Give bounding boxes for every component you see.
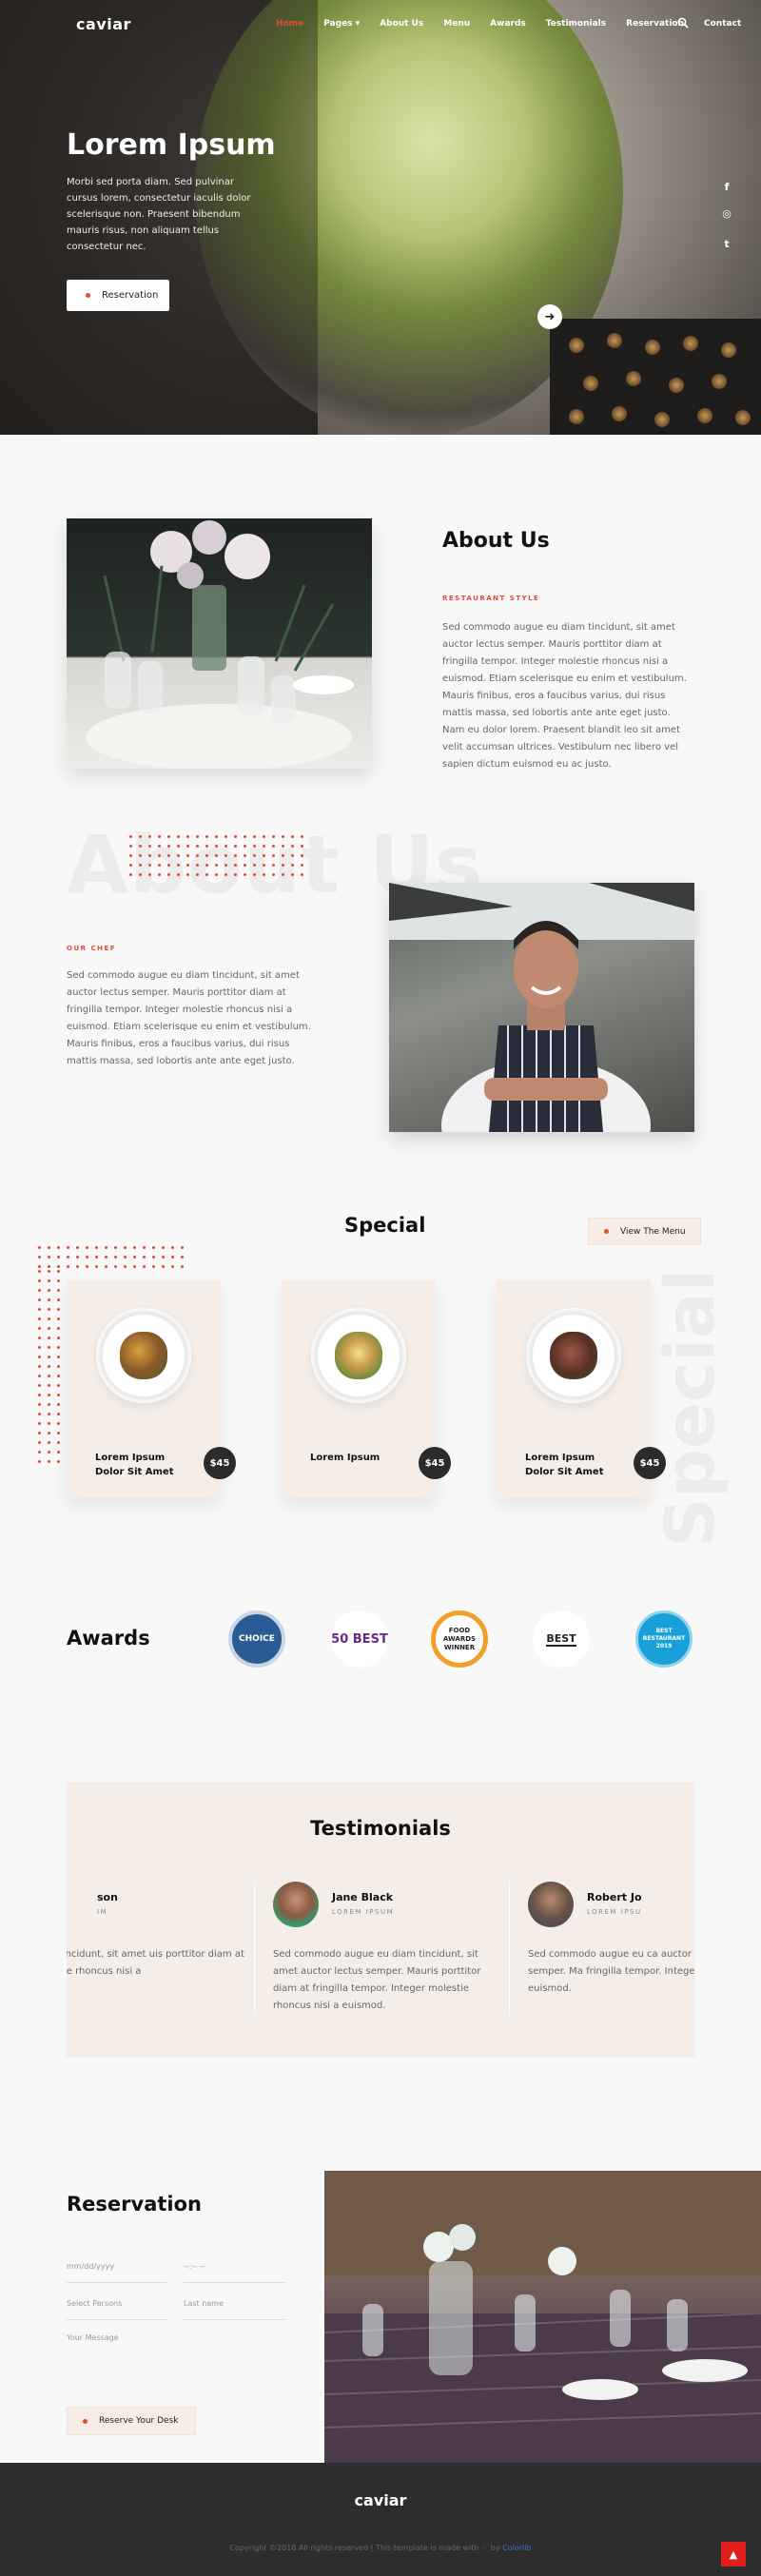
date-field[interactable]: mm/dd/yyyy	[67, 2254, 166, 2283]
about-table-image	[67, 518, 372, 769]
red-dot-icon	[86, 293, 90, 298]
decorative-dot-grid	[129, 835, 320, 883]
testimonial-name: son	[97, 1891, 118, 1903]
nav-item-contact[interactable]: Contact	[704, 19, 741, 29]
colorlib-link[interactable]: Colorlib	[502, 2544, 531, 2552]
twitter-icon[interactable]: t	[720, 238, 733, 250]
testimonials-title: Testimonials	[310, 1817, 451, 1840]
avatar	[273, 1882, 319, 1927]
testimonial-item: son IM iam tincidunt, sit amet uis portt…	[67, 1882, 247, 2024]
message-field[interactable]: Your Message	[67, 2326, 285, 2383]
nav-item-reservation[interactable]: Reservation	[626, 19, 684, 29]
red-dot-icon	[83, 2418, 88, 2424]
testimonial-divider	[254, 1882, 255, 2015]
special-card[interactable]: Lorem Ipsum Dolor Sit Amet $45	[497, 1279, 666, 1498]
award-badge-choice: CHOICE	[228, 1610, 285, 1668]
main-nav: caviar Home Pages ▾ About Us Menu Awards…	[0, 0, 761, 48]
about-subtitle: RESTAURANT STYLE	[442, 595, 540, 602]
scroll-to-top-button[interactable]: ▲	[721, 2542, 746, 2566]
last-name-placeholder: Last name	[184, 2299, 224, 2308]
instagram-icon[interactable]: ◎	[720, 207, 733, 220]
decorative-dot-grid	[38, 1246, 190, 1270]
special-card[interactable]: Lorem Ipsum $45	[282, 1279, 451, 1498]
award-badge-best-text: BEST	[546, 1631, 576, 1647]
view-menu-button[interactable]: View The Menu	[588, 1218, 701, 1245]
dish-price: $45	[204, 1447, 236, 1479]
dish-price: $45	[419, 1447, 451, 1479]
testimonial-name: Robert Jo	[587, 1891, 642, 1903]
brand-logo[interactable]: caviar	[76, 15, 131, 33]
award-badge-food-awards: FOOD AWARDS WINNER	[431, 1610, 488, 1668]
special-card[interactable]: Lorem Ipsum Dolor Sit Amet $45	[67, 1279, 236, 1498]
hero-title: Lorem Ipsum	[67, 128, 276, 162]
nav-item-menu[interactable]: Menu	[443, 19, 470, 29]
hero-dessert-image	[550, 319, 761, 435]
message-placeholder: Your Message	[67, 2333, 119, 2342]
chef-subtitle: OUR CHEF	[67, 945, 117, 952]
nav-item-pages[interactable]: Pages ▾	[323, 19, 360, 29]
hero-section: caviar Home Pages ▾ About Us Menu Awards…	[0, 0, 761, 435]
testimonial-role: LOREM IPSUM	[332, 1908, 395, 1916]
testimonial-text: Sed commodo augue eu ca auctor lectus se…	[528, 1949, 694, 1994]
facebook-icon[interactable]: f	[720, 181, 733, 193]
arrow-right-icon[interactable]: ➜	[537, 304, 562, 329]
award-badge-50-best: 50 BEST	[331, 1610, 388, 1668]
testimonial-text: iam tincidunt, sit amet uis porttitor di…	[67, 1949, 244, 1977]
copyright-text: Copyright ©2018 All rights reserved | Th…	[0, 2544, 761, 2552]
reservation-title: Reservation	[67, 2193, 202, 2215]
dish-plate-image	[96, 1308, 191, 1403]
copyright-label: Copyright ©2018 All rights reserved | Th…	[229, 2544, 503, 2552]
dish-name: Lorem Ipsum Dolor Sit Amet	[95, 1453, 174, 1477]
persons-select-placeholder: Select Persons	[67, 2299, 123, 2308]
persons-select[interactable]: Select Persons	[67, 2292, 166, 2320]
chef-text: Sed commodo augue eu diam tincidunt, sit…	[67, 970, 311, 1066]
nav-item-testimonials[interactable]: Testimonials	[546, 19, 606, 29]
dish-name: Lorem Ipsum	[310, 1453, 380, 1463]
reserve-desk-label: Reserve Your Desk	[99, 2416, 179, 2426]
testimonial-divider	[509, 1882, 510, 2015]
time-field-placeholder: --:-- --	[184, 2262, 205, 2271]
nav-item-about-us[interactable]: About Us	[380, 19, 423, 29]
decorative-dot-grid	[38, 1270, 62, 1470]
award-badge-best: BEST	[533, 1610, 590, 1668]
testimonial-text: Sed commodo augue eu diam tincidunt, sit…	[273, 1949, 481, 2011]
special-title: Special	[344, 1214, 426, 1237]
testimonial-item: Robert Jo LOREM IPSU Sed commodo augue e…	[528, 1882, 694, 2024]
dish-plate-image	[311, 1308, 406, 1403]
special-background-text: Special	[650, 1268, 731, 1548]
award-badge-50-best-text: 50 BEST	[331, 1631, 388, 1647]
search-icon[interactable]	[677, 17, 689, 29]
view-menu-label: View The Menu	[620, 1226, 686, 1237]
nav-item-awards[interactable]: Awards	[490, 19, 526, 29]
testimonial-role: LOREM IPSU	[587, 1908, 642, 1916]
chef-portrait-image	[389, 883, 694, 1132]
dish-plate-image	[526, 1308, 621, 1403]
dish-price: $45	[634, 1447, 666, 1479]
hero-text: Morbi sed porta diam. Sed pulvinar cursu…	[67, 177, 251, 252]
testimonials-section: Testimonials son IM iam tincidunt, sit a…	[67, 1782, 694, 2058]
red-dot-icon	[604, 1229, 609, 1234]
award-badge-best-restaurant: BEST RESTAURANT 2019	[635, 1610, 693, 1668]
footer: caviar Copyright ©2018 All rights reserv…	[0, 2463, 761, 2576]
avatar	[528, 1882, 574, 1927]
dish-name: Lorem Ipsum Dolor Sit Amet	[525, 1453, 604, 1477]
award-badge-food-awards-text: FOOD AWARDS WINNER	[442, 1626, 477, 1651]
reserve-desk-button[interactable]: Reserve Your Desk	[67, 2407, 196, 2435]
testimonial-item: Jane Black LOREM IPSUM Sed commodo augue…	[273, 1882, 482, 2024]
last-name-field[interactable]: Last name	[184, 2292, 285, 2320]
award-badge-choice-text: CHOICE	[239, 1634, 275, 1644]
awards-title: Awards	[67, 1627, 150, 1649]
nav-item-home[interactable]: Home	[276, 19, 303, 29]
testimonial-role: IM	[97, 1908, 108, 1916]
date-field-placeholder: mm/dd/yyyy	[67, 2262, 115, 2271]
footer-brand[interactable]: caviar	[0, 2491, 761, 2509]
hero-reservation-label: Reservation	[102, 290, 159, 301]
time-field[interactable]: --:-- --	[184, 2254, 285, 2283]
about-text: Sed commodo augue eu diam tincidunt, sit…	[442, 622, 687, 770]
testimonial-name: Jane Black	[332, 1891, 394, 1903]
award-badge-best-restaurant-text: BEST RESTAURANT 2019	[642, 1628, 686, 1649]
hero-reservation-button[interactable]: Reservation	[67, 280, 169, 311]
about-title: About Us	[442, 529, 550, 553]
reservation-dining-image	[324, 2171, 761, 2463]
